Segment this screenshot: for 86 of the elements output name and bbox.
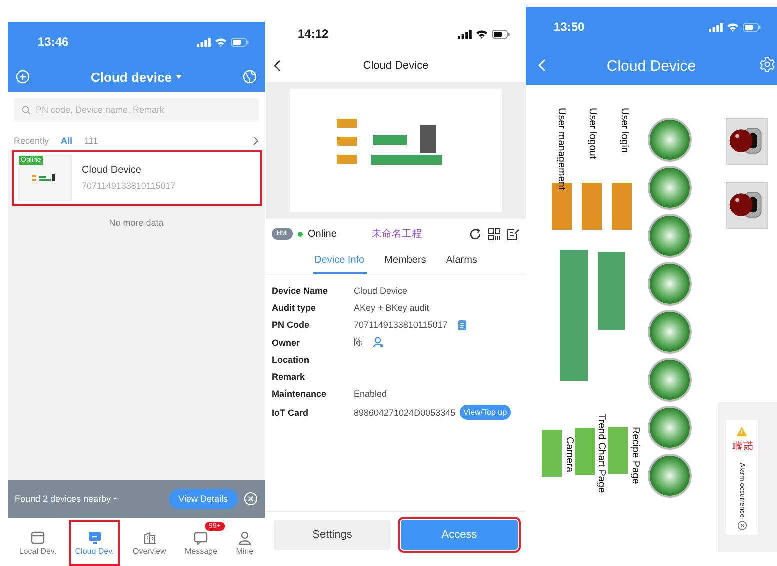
header-title[interactable]: Cloud device <box>91 70 182 84</box>
wifi-icon <box>727 22 739 32</box>
field-value: 陈 <box>354 336 363 349</box>
indicator-lamp <box>648 214 692 258</box>
button-label: User login <box>618 108 630 154</box>
chevron-right-icon[interactable] <box>253 136 259 146</box>
copy-icon[interactable] <box>458 320 467 330</box>
back-icon[interactable] <box>274 60 281 72</box>
monitor-icon <box>88 530 102 544</box>
field-label: Maintenance <box>272 388 328 400</box>
filter-tab[interactable]: All <box>61 136 73 146</box>
status-time: 13:46 <box>38 35 69 49</box>
alarm-title: 报警 <box>731 441 753 454</box>
field-label: Device Name <box>272 285 330 297</box>
toggle-switch-drawing[interactable] <box>726 182 768 229</box>
header-title: Cloud Device <box>606 58 696 74</box>
close-icon[interactable] <box>736 521 748 531</box>
add-icon[interactable] <box>16 70 30 84</box>
status-time: 13:50 <box>554 20 585 34</box>
field-label: IoT Card <box>272 406 310 418</box>
search-icon <box>22 106 31 115</box>
indicator-lamp <box>648 406 692 450</box>
tab-bar-item[interactable]: Local Dev. <box>13 520 63 566</box>
field-label: Owner <box>272 336 302 348</box>
filter-tab[interactable]: Recently <box>14 136 50 146</box>
button-label: User management <box>555 108 567 190</box>
battery-icon <box>231 38 249 46</box>
indicator-lamp <box>648 310 692 354</box>
device-pn-code: 7071149133810115017 <box>82 181 176 191</box>
button-label: Camera <box>563 437 575 473</box>
user-icon[interactable] <box>373 337 384 348</box>
header-title: Cloud Device <box>363 60 429 72</box>
tab[interactable]: Device Info <box>312 251 367 274</box>
button-label: User logout <box>586 108 598 160</box>
status-text: Online <box>308 228 337 240</box>
list-end-text: No more data <box>108 218 165 228</box>
wifi-icon <box>215 38 227 46</box>
tab-bar-item[interactable]: Mine <box>230 520 260 566</box>
indicator-lamp <box>648 262 692 306</box>
field-label: Location <box>272 354 310 366</box>
qr-code-icon[interactable] <box>488 228 501 240</box>
chat-icon <box>194 530 208 544</box>
access-button[interactable]: Access <box>401 520 518 550</box>
battery-icon <box>743 22 761 32</box>
tab[interactable]: Alarms <box>444 251 480 274</box>
settings-button[interactable]: Settings <box>274 520 391 550</box>
search-field[interactable]: PN code, Device name, Remark <box>14 98 259 122</box>
nearby-text: Found 2 devices nearby ~ <box>15 494 120 504</box>
button-label: Trend Chart Page <box>595 414 607 494</box>
device-name: Cloud Device <box>82 165 142 176</box>
window-icon <box>30 530 45 544</box>
field-value: 898604271024D0053345 <box>354 408 456 418</box>
toggle-switch-drawing[interactable] <box>726 118 768 165</box>
edit-icon[interactable] <box>507 228 520 240</box>
button-label: Recipe Page <box>629 427 641 484</box>
signal-icon <box>458 30 472 38</box>
tab[interactable]: Members <box>382 251 428 274</box>
building-icon <box>142 530 157 544</box>
settings-icon[interactable] <box>760 57 775 72</box>
signal-icon <box>709 22 723 32</box>
indicator-lamp <box>648 358 692 402</box>
field-label: Remark <box>272 371 306 383</box>
field-label: Audit type <box>272 302 317 314</box>
wifi-icon <box>476 30 488 38</box>
project-name: 未命名工程 <box>372 228 422 241</box>
view-top-up-button[interactable]: View/Top up <box>460 405 512 420</box>
indicator-lamp <box>648 118 692 162</box>
tab-bar-item[interactable]: Cloud Dev. <box>69 520 120 566</box>
indicator-lamp <box>648 454 692 498</box>
indicator-lamp <box>648 166 692 210</box>
refresh-icon[interactable] <box>469 228 482 240</box>
field-label: PN Code <box>272 319 311 331</box>
field-value: AKey + BKey audit <box>354 303 430 313</box>
warning-icon <box>735 426 749 438</box>
person-icon <box>238 530 252 544</box>
field-value: Cloud Device <box>354 286 408 296</box>
field-value: Enabled <box>354 389 388 399</box>
status-time: 14:12 <box>298 27 329 41</box>
view-details-button[interactable]: View Details <box>168 489 238 509</box>
filter-tab[interactable]: 111 <box>84 136 98 146</box>
battery-icon <box>492 30 510 38</box>
hmi-preview-drawing <box>32 173 58 183</box>
field-value: 7071149133810115017 <box>354 320 448 330</box>
tab-bar-item[interactable]: Overview <box>126 520 172 566</box>
signal-icon <box>197 38 211 46</box>
globe-icon[interactable] <box>242 70 257 84</box>
